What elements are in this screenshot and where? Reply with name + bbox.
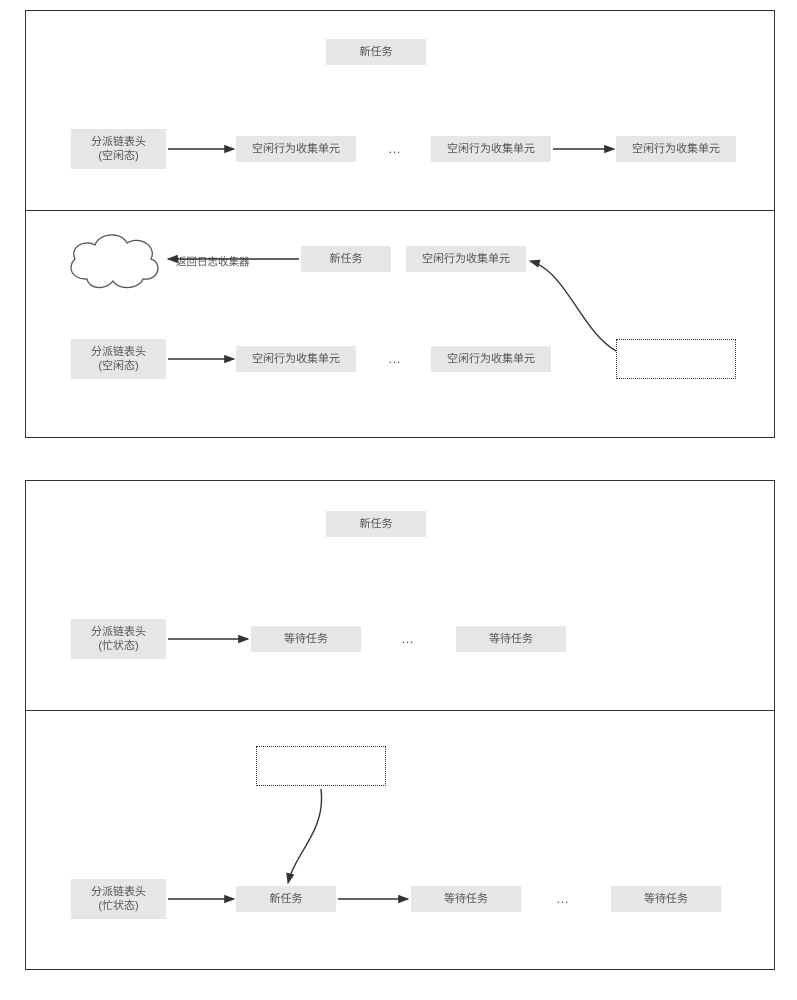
dispatch-head-busy-2a: 分派链表头 (忙状态) <box>71 619 166 659</box>
waiting-task-2a-2: 等待任务 <box>456 626 566 652</box>
ellipsis-2a: … <box>401 631 416 646</box>
new-task-box-2b: 新任务 <box>236 886 336 912</box>
idle-unit-1b-2: 空闲行为收集单元 <box>431 346 551 372</box>
panel-1b: 返回日志收集器 新任务 空闲行为收集单元 分派链表头 (空闲态) 空闲行为收集单… <box>26 211 774 439</box>
idle-unit-1a-1: 空闲行为收集单元 <box>236 136 356 162</box>
panel-2b: 分派链表头 (忙状态) 新任务 等待任务 … 等待任务 <box>26 711 774 971</box>
idle-unit-1b-1: 空闲行为收集单元 <box>236 346 356 372</box>
dashed-placeholder-2b <box>256 746 386 786</box>
ellipsis-1a-1: … <box>388 141 403 156</box>
new-task-box-1b: 新任务 <box>301 246 391 272</box>
ellipsis-1b: … <box>388 351 403 366</box>
section-1: 新任务 分派链表头 (空闲态) 空闲行为收集单元 … 空闲行为收集单元 空闲行为… <box>25 10 775 438</box>
return-log-label: 返回日志收集器 <box>176 254 250 269</box>
idle-unit-1a-3: 空闲行为收集单元 <box>616 136 736 162</box>
ellipsis-2b: … <box>556 891 571 906</box>
waiting-task-2b-1: 等待任务 <box>411 886 521 912</box>
dispatch-head-idle-1a: 分派链表头 (空闲态) <box>71 129 166 169</box>
arrows-2b <box>26 711 766 971</box>
dashed-placeholder-1b <box>616 339 736 379</box>
panel-1a: 新任务 分派链表头 (空闲态) 空闲行为收集单元 … 空闲行为收集单元 空闲行为… <box>26 11 774 211</box>
waiting-task-2a-1: 等待任务 <box>251 626 361 652</box>
cloud-icon <box>61 229 166 294</box>
waiting-task-2b-2: 等待任务 <box>611 886 721 912</box>
panel-2a: 新任务 分派链表头 (忙状态) 等待任务 … 等待任务 <box>26 481 774 711</box>
section-2: 新任务 分派链表头 (忙状态) 等待任务 … 等待任务 分派链表头 (忙状态) … <box>25 480 775 970</box>
dispatch-head-busy-2b: 分派链表头 (忙状态) <box>71 879 166 919</box>
new-task-box-1a: 新任务 <box>326 39 426 65</box>
idle-unit-top-1b: 空闲行为收集单元 <box>406 246 526 272</box>
dispatch-head-idle-1b: 分派链表头 (空闲态) <box>71 339 166 379</box>
idle-unit-1a-2: 空闲行为收集单元 <box>431 136 551 162</box>
new-task-box-2a: 新任务 <box>326 511 426 537</box>
curve-2b <box>26 711 766 971</box>
